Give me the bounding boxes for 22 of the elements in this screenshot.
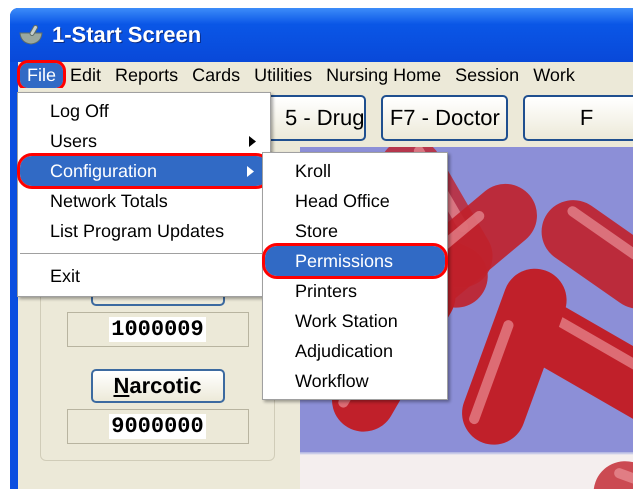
menu-item[interactable]: Work Station — [263, 306, 447, 336]
menu-item[interactable]: Utilities — [247, 62, 320, 88]
menu-item[interactable]: Nursing Home — [319, 62, 448, 88]
counter-button[interactable]: Narcotic — [90, 369, 224, 403]
menu-item[interactable]: File — [20, 62, 64, 88]
menu-item[interactable]: Head Office — [263, 186, 447, 216]
menu-item[interactable]: Cards — [185, 62, 248, 88]
menu-item[interactable]: Workflow — [263, 366, 447, 396]
window-title: 1-Start Screen — [52, 22, 202, 48]
mortar-icon — [18, 24, 44, 46]
menu-item[interactable]: Session — [448, 62, 526, 88]
toolbar-button[interactable]: F — [523, 95, 633, 141]
menu-item[interactable]: Reports — [108, 62, 186, 88]
counter-field: 9000000 — [66, 409, 248, 444]
menu-item[interactable]: Printers — [263, 276, 447, 306]
menu-item[interactable]: Edit — [63, 62, 108, 88]
menu-item[interactable]: Permissions — [265, 246, 445, 276]
menu-item[interactable]: Store — [263, 216, 447, 246]
menu-item[interactable]: Adjudication — [263, 336, 447, 366]
toolbar-button[interactable]: F7 - Doctor — [381, 95, 508, 141]
menu-item[interactable]: Work — [526, 62, 582, 88]
counter-field: 1000009 — [66, 312, 248, 347]
